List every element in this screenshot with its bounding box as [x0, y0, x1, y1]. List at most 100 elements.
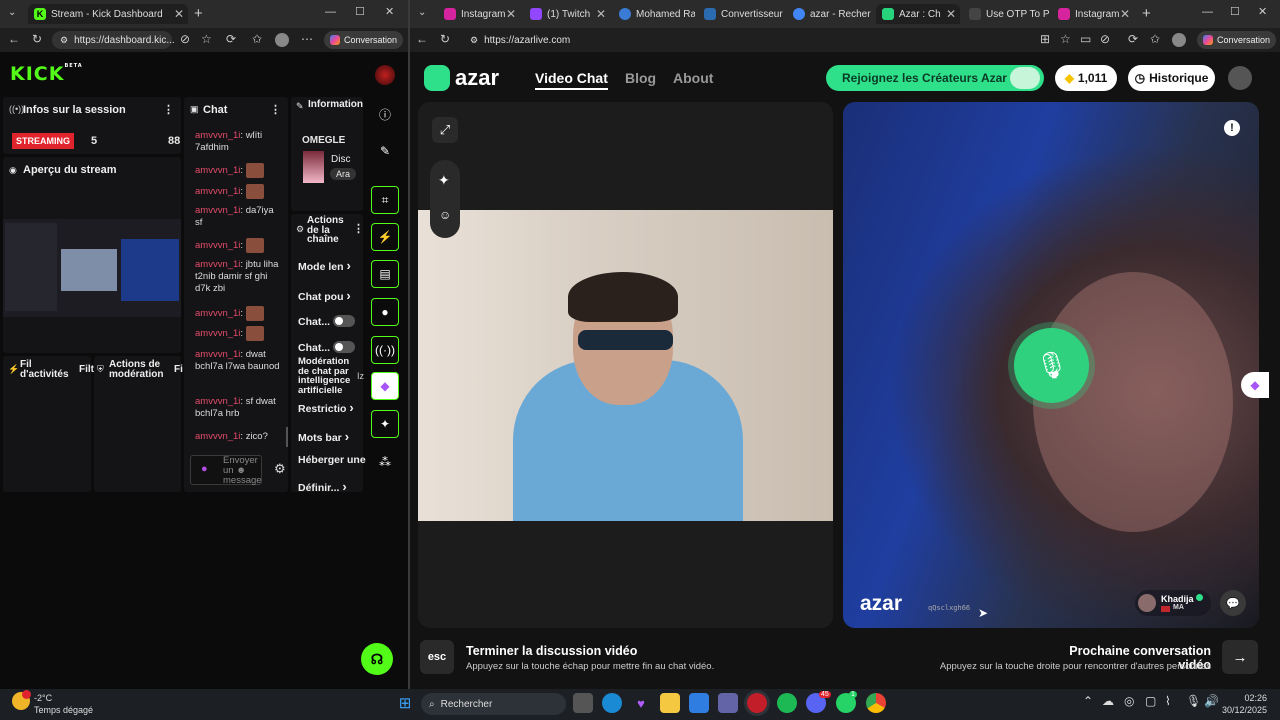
back-icon[interactable]: ← — [8, 32, 20, 46]
window-close-icon[interactable]: ✕ — [1258, 5, 1267, 18]
map-pin-icon[interactable]: ◆ — [371, 372, 399, 400]
chat-input[interactable]: ● Envoyer un ☻ message — [190, 455, 262, 486]
tab-kick-dashboard[interactable]: K Stream - Kick Dashboard ✕ — [28, 4, 188, 24]
chat-username[interactable]: amvvvn_1i — [195, 328, 240, 339]
document-icon[interactable]: ▤ — [371, 260, 399, 288]
sync-icon[interactable]: ◎ — [1124, 694, 1134, 708]
chat-username[interactable]: amvvvn_1i — [195, 186, 240, 197]
face-filter-icon[interactable]: ☺ — [439, 208, 451, 222]
headset-button[interactable]: ☊ — [361, 643, 393, 675]
favorites-icon[interactable]: ✩ — [1150, 32, 1160, 46]
new-tab-icon[interactable]: + — [194, 5, 203, 22]
extension-icon[interactable]: ⟳ — [226, 32, 236, 46]
microphone-icon[interactable]: ● — [201, 463, 208, 475]
nodes-icon[interactable]: ⁂ — [371, 448, 399, 476]
chat-username[interactable]: amvvvn_1i — [195, 259, 240, 270]
category-thumbnail[interactable] — [303, 151, 324, 183]
tab-list-icon[interactable]: ⌄ — [8, 7, 16, 18]
action-slow-mode[interactable]: Mode len › — [298, 258, 351, 273]
chat-scrollbar[interactable] — [286, 427, 288, 447]
history-button[interactable]: ◷ Historique — [1128, 65, 1215, 91]
profile-avatar[interactable] — [1172, 33, 1186, 47]
close-icon[interactable]: ✕ — [174, 7, 184, 21]
nav-about[interactable]: About — [673, 70, 713, 86]
extension-icon[interactable]: ⟳ — [1128, 32, 1138, 46]
tracking-icon[interactable]: ⊘ — [1100, 32, 1110, 46]
panel-menu-icon[interactable]: ⋮ — [163, 103, 174, 116]
pencil-icon[interactable]: ✎ — [371, 137, 399, 165]
tab-otp[interactable]: Use OTP To P — [963, 4, 1049, 24]
nav-video-chat[interactable]: Video Chat — [535, 70, 608, 90]
moderation-filter[interactable]: Fi — [174, 364, 183, 375]
maximize-icon[interactable]: ☐ — [1230, 5, 1240, 18]
close-icon[interactable]: ✕ — [946, 7, 956, 21]
url-field[interactable]: ⚙ https://dashboard.kic... — [52, 31, 175, 49]
maximize-icon[interactable]: ☐ — [355, 5, 365, 18]
chat-username[interactable]: amvvvn_1i — [195, 349, 240, 360]
heart-app-icon[interactable]: ♥ — [631, 693, 651, 713]
chat-menu-icon[interactable]: ⋮ — [270, 103, 281, 116]
broadcast-icon[interactable]: ((·)) — [371, 336, 399, 364]
copilot-button[interactable]: Conversation — [324, 31, 404, 49]
display-icon[interactable]: ▢ — [1145, 694, 1156, 708]
next-button[interactable]: → — [1222, 640, 1258, 674]
esc-key[interactable]: esc — [420, 640, 454, 674]
tab-convertisseur[interactable]: Convertisseur — [698, 4, 783, 24]
chat-username[interactable]: amvvvn_1i — [195, 240, 240, 251]
microphone-button[interactable]: 🎙 — [1014, 328, 1089, 403]
chat-toggle-2[interactable] — [333, 341, 355, 353]
action-define[interactable]: Définir... › — [298, 479, 347, 494]
chat-username[interactable]: amvvvn_1i — [195, 130, 240, 141]
expand-button[interactable]: ⤢ — [432, 117, 458, 143]
chat-toggle-1[interactable] — [333, 315, 355, 327]
new-tab-icon[interactable]: + — [1142, 5, 1151, 22]
chat-bubble-icon[interactable]: ● — [371, 298, 399, 326]
chat-username[interactable]: amvvvn_1i — [195, 205, 240, 216]
video-icon[interactable]: ▭ — [1080, 32, 1091, 46]
crop-icon[interactable]: ⌗ — [371, 186, 399, 214]
edge-icon[interactable] — [602, 693, 622, 713]
wrench-icon[interactable]: ✦ — [371, 410, 399, 438]
folder-icon[interactable] — [660, 693, 680, 713]
activity-filter[interactable]: Filt — [79, 364, 94, 375]
stream-preview-thumbnail[interactable] — [3, 219, 181, 317]
azar-logo[interactable]: azar — [424, 65, 499, 91]
kick-logo[interactable]: KICKBETA — [10, 63, 83, 85]
tab-instagram-1[interactable]: Instagram ✕ — [438, 4, 520, 24]
tracking-icon[interactable]: ⊘ — [180, 32, 190, 46]
chat-settings-icon[interactable]: ⚙ — [274, 461, 286, 477]
user-avatar[interactable] — [375, 65, 395, 85]
volume-icon[interactable]: 🔊 — [1204, 694, 1219, 708]
favorites-icon[interactable]: ✩ — [252, 32, 262, 46]
tray-chevron-icon[interactable]: ⌃ — [1083, 694, 1093, 708]
action-banned-words[interactable]: Mots bar › — [298, 429, 349, 444]
chat-username[interactable]: amvvvn_1i — [195, 308, 240, 319]
tab-list-icon[interactable]: ⌄ — [418, 7, 426, 18]
tab-azar-chat[interactable]: Azar : Ch ✕ — [876, 4, 960, 24]
tab-azar-search[interactable]: azar - Recher — [787, 4, 873, 24]
creators-button[interactable]: Rejoignez les Créateurs Azar — [826, 65, 1044, 91]
window-close-icon[interactable]: ✕ — [385, 5, 394, 18]
spotify-icon[interactable] — [777, 693, 797, 713]
favorite-star-icon[interactable]: ☆ — [1060, 32, 1071, 46]
menu-icon[interactable]: ⋯ — [301, 32, 313, 46]
chat-username[interactable]: amvvvn_1i — [195, 431, 240, 442]
chrome-icon[interactable] — [866, 693, 886, 713]
copilot-button[interactable]: Conversation — [1197, 31, 1277, 49]
profile-avatar[interactable] — [275, 33, 289, 47]
back-icon[interactable]: ← — [416, 32, 428, 46]
url-field[interactable]: ⚙ https://azarlive.com — [462, 31, 1032, 49]
clock-date[interactable]: 30/12/2025 — [1221, 705, 1267, 715]
favorite-star-icon[interactable]: ☆ — [201, 32, 212, 46]
close-icon[interactable]: ✕ — [1120, 7, 1130, 21]
reload-icon[interactable]: ↻ — [32, 32, 42, 46]
minimize-icon[interactable]: — — [325, 6, 336, 18]
reload-icon[interactable]: ↻ — [440, 32, 450, 46]
report-icon[interactable]: ! — [1224, 120, 1240, 136]
tab-instagram-2[interactable]: Instagram ✕ — [1052, 4, 1134, 24]
chat-username[interactable]: amvvvn_1i — [195, 165, 240, 176]
opera-icon[interactable] — [747, 693, 767, 713]
action-restrictions[interactable]: Restrictio › — [298, 400, 354, 415]
action-ai-moderation[interactable]: Modération de chat par intelligence arti… — [298, 357, 354, 395]
nav-blog[interactable]: Blog — [625, 70, 656, 86]
